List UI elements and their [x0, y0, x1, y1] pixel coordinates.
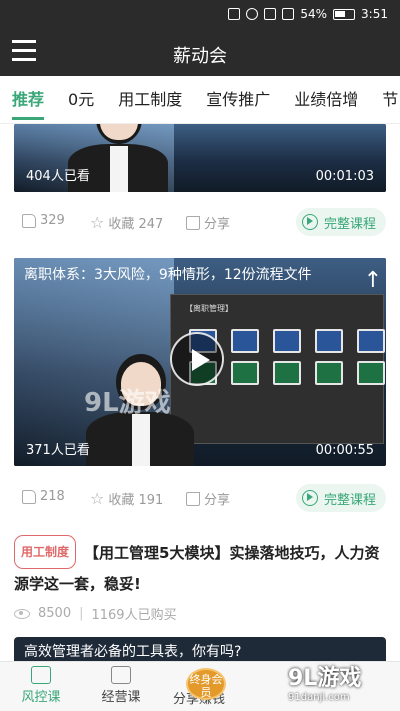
- clock: 3:51: [361, 7, 388, 21]
- favorite-count: 收藏 247: [108, 217, 164, 232]
- article-purchased: 1169人已购买: [91, 608, 177, 623]
- back-to-top-icon[interactable]: ↑: [360, 268, 386, 294]
- article-views: 8500: [38, 606, 72, 621]
- like-count: 329: [40, 213, 65, 228]
- video-card-1[interactable]: 404人已看 00:01:03: [14, 124, 386, 192]
- lifetime-member-badge[interactable]: 终身会员: [186, 668, 226, 700]
- article-meta: 8500 | 1169人已购买: [14, 604, 177, 623]
- eye-icon: [14, 608, 30, 619]
- full-course-button[interactable]: 完整课程: [295, 484, 386, 512]
- tab-free[interactable]: 0元: [56, 76, 106, 123]
- excel-file-icon: [273, 361, 301, 385]
- nfc-icon: [228, 8, 241, 20]
- watermark-overlay: 9L游戏: [84, 388, 171, 418]
- nav-label: 经营课: [101, 690, 141, 705]
- play-circle-icon: [301, 490, 318, 506]
- tab-performance[interactable]: 业绩倍增: [282, 76, 370, 123]
- category-tabs: 推荐 0元 用工制度 宣传推广 业绩倍增节: [0, 76, 400, 124]
- thumbs-up-icon: [22, 489, 36, 504]
- page-title: 薪动会: [173, 46, 227, 67]
- word-file-icon: [273, 329, 301, 353]
- promo-banner[interactable]: 高效管理者必备的工具表，你有吗?: [14, 637, 386, 661]
- excel-file-icon: [315, 361, 343, 385]
- video-actions-1: 329 ☆ 收藏 247 分享 完整课程: [0, 204, 400, 240]
- video-actions-2: 218 ☆ 收藏 191 分享 完整课程: [0, 480, 400, 516]
- play-circle-icon: [301, 214, 318, 230]
- shop-icon: [111, 666, 131, 684]
- word-file-icon: [315, 329, 343, 353]
- watermark-logo: 9L游戏: [288, 666, 362, 691]
- nav-risk-course[interactable]: 风控课: [6, 666, 76, 705]
- view-count: 404人已看: [26, 169, 90, 184]
- share-label: 分享: [204, 493, 231, 508]
- tab-more[interactable]: 节: [370, 76, 400, 123]
- excel-file-icon: [357, 361, 385, 385]
- star-icon: ☆: [90, 488, 105, 508]
- tab-employment-policy[interactable]: 用工制度: [106, 76, 194, 123]
- video-card-2[interactable]: 【离职管理】 离职体系：3大风险，9种情形，12份流程文件 371人已看 00:…: [14, 258, 386, 466]
- share-button[interactable]: 分享: [186, 213, 230, 232]
- category-tag: 用工制度: [14, 535, 77, 569]
- mute-icon: [282, 8, 295, 20]
- watermark-url: 91danji.com: [288, 692, 350, 703]
- like-count: 218: [40, 489, 65, 504]
- status-bar: 54% 3:51: [0, 0, 400, 28]
- share-icon: [186, 215, 200, 230]
- article-title-line: 用工制度 【用工管理5大模块】实操落地技巧，人力资源学这一套，稳妥!: [14, 535, 386, 599]
- video-title: 离职体系：3大风险，9种情形，12份流程文件: [24, 267, 312, 283]
- word-file-icon: [357, 329, 385, 353]
- nav-label: 风控课: [21, 690, 61, 705]
- tab-recommend[interactable]: 推荐: [0, 76, 56, 123]
- full-course-label: 完整课程: [323, 216, 376, 232]
- alarm-icon: [246, 8, 259, 20]
- favorite-button[interactable]: ☆ 收藏 191: [90, 489, 163, 508]
- video-duration: 00:00:55: [315, 443, 374, 458]
- video-duration: 00:01:03: [315, 169, 374, 184]
- share-label: 分享: [204, 217, 231, 232]
- meta-divider: |: [79, 606, 84, 621]
- home-icon: [31, 666, 51, 684]
- status-icons: 54% 3:51: [228, 6, 388, 22]
- tab-promotion[interactable]: 宣传推广: [194, 76, 282, 123]
- slide-heading: 【离职管理】: [185, 304, 233, 313]
- share-button[interactable]: 分享: [186, 489, 230, 508]
- play-button[interactable]: [170, 332, 224, 386]
- view-count: 371人已看: [26, 443, 90, 458]
- full-course-label: 完整课程: [323, 492, 376, 508]
- bluetooth-icon: [264, 8, 277, 20]
- app-header: 薪动会: [0, 28, 400, 76]
- word-file-icon: [231, 329, 259, 353]
- star-icon: ☆: [90, 212, 105, 232]
- favorite-button[interactable]: ☆ 收藏 247: [90, 213, 163, 232]
- like-button[interactable]: 329: [22, 213, 65, 228]
- full-course-button[interactable]: 完整课程: [295, 208, 386, 236]
- watermark: 9L游戏 91danji.com: [288, 660, 390, 706]
- promo-text: 高效管理者必备的工具表，你有吗?: [24, 644, 242, 660]
- share-icon: [186, 491, 200, 506]
- favorite-count: 收藏 191: [108, 493, 164, 508]
- battery-icon: [333, 8, 356, 20]
- nav-business-course[interactable]: 经营课: [86, 666, 156, 705]
- excel-file-icon: [231, 361, 259, 385]
- thumbs-up-icon: [22, 213, 36, 228]
- battery-percent: 54%: [300, 7, 328, 21]
- article-item[interactable]: 用工制度 【用工管理5大模块】实操落地技巧，人力资源学这一套，稳妥!: [14, 535, 386, 599]
- like-button[interactable]: 218: [22, 489, 65, 504]
